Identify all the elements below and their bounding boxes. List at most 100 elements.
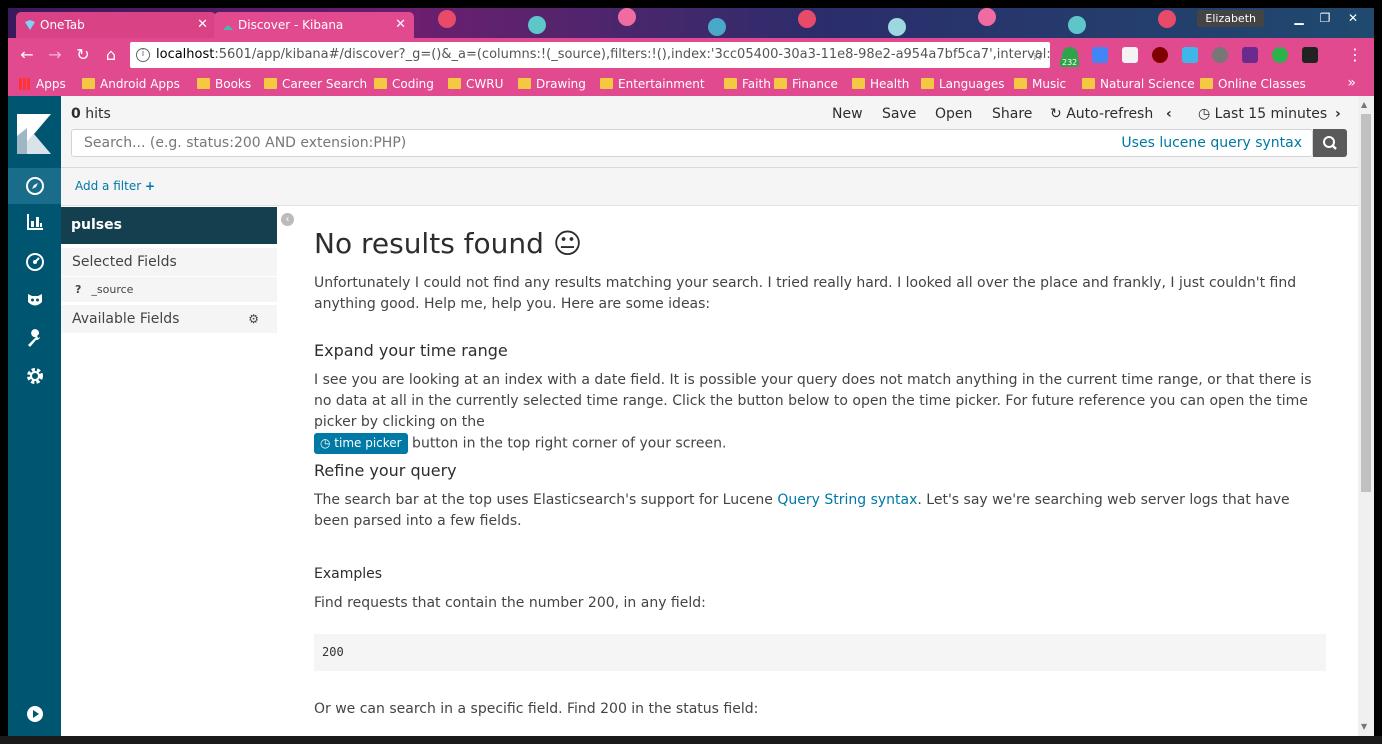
bookmark-folder[interactable]: Languages bbox=[921, 76, 1004, 92]
home-icon[interactable]: ⌂ bbox=[100, 44, 122, 66]
bookmark-folder[interactable]: Drawing bbox=[518, 76, 586, 92]
folder-icon bbox=[774, 78, 787, 89]
folder-icon bbox=[197, 78, 210, 89]
menu-icon[interactable]: ⋮ bbox=[1344, 44, 1366, 66]
onetab-ext-icon[interactable] bbox=[1182, 47, 1198, 63]
tab-onetab[interactable]: OneTab ✕ bbox=[16, 12, 216, 38]
close-icon[interactable]: ✕ bbox=[395, 12, 406, 38]
scroll-thumb[interactable] bbox=[1361, 114, 1371, 492]
gear-icon[interactable]: ⚙ bbox=[248, 305, 259, 333]
dashboard-gauge-icon bbox=[25, 253, 44, 271]
pocket-icon[interactable] bbox=[1212, 47, 1228, 63]
url-host: localhost bbox=[156, 47, 215, 62]
more-bookmarks-icon[interactable]: » bbox=[1347, 75, 1356, 91]
clock-icon: ◷ bbox=[320, 436, 335, 450]
back-icon[interactable]: ← bbox=[16, 44, 38, 66]
save-button[interactable]: Save bbox=[882, 106, 916, 122]
page-scrollbar[interactable]: ▲ ▼ bbox=[1358, 96, 1374, 736]
new-button[interactable]: New bbox=[832, 106, 863, 122]
search-input[interactable]: Search... (e.g. status:200 AND extension… bbox=[71, 129, 1313, 157]
share-button[interactable]: Share bbox=[992, 106, 1032, 122]
nav-devtools[interactable] bbox=[8, 320, 61, 356]
extension-icon[interactable] bbox=[1302, 47, 1318, 63]
bookmark-folder[interactable]: Finance bbox=[774, 76, 838, 92]
folder-icon bbox=[1014, 78, 1027, 89]
nav-management[interactable] bbox=[8, 358, 61, 394]
tab-title: OneTab bbox=[40, 18, 85, 32]
extension-icon[interactable] bbox=[1272, 47, 1288, 63]
folder-icon bbox=[448, 78, 461, 89]
browser-tab-strip: OneTab ✕ Discover - Kibana ✕ Elizabeth ▁… bbox=[8, 8, 1374, 38]
chevron-right-icon[interactable]: › bbox=[1335, 106, 1341, 122]
close-window-icon[interactable]: ✕ bbox=[1340, 8, 1366, 28]
hits-label: hits bbox=[80, 106, 111, 122]
folder-icon bbox=[1082, 78, 1095, 89]
refine-query-heading: Refine your query bbox=[314, 461, 457, 480]
forward-icon[interactable]: → bbox=[44, 44, 66, 66]
time-picker-button[interactable]: ◷ Last 15 minutes bbox=[1198, 106, 1327, 122]
bookmark-folder[interactable]: Music bbox=[1014, 76, 1066, 92]
apps-grid-icon bbox=[19, 78, 31, 90]
kibana-logo[interactable] bbox=[8, 96, 61, 168]
time-picker-inline-button[interactable]: ◷ time picker bbox=[314, 433, 408, 454]
wallpaper-flower bbox=[978, 8, 996, 26]
bookmark-star-icon[interactable]: ☆ bbox=[1031, 42, 1044, 68]
scroll-down-icon[interactable]: ▼ bbox=[1361, 722, 1367, 731]
plus-icon: + bbox=[144, 179, 156, 193]
profile-name[interactable]: Elizabeth bbox=[1197, 10, 1264, 27]
scroll-up-icon[interactable]: ▲ bbox=[1361, 100, 1367, 109]
nav-discover[interactable] bbox=[8, 168, 61, 204]
search-button[interactable] bbox=[1313, 129, 1347, 157]
folder-icon bbox=[724, 78, 737, 89]
wallpaper-flower bbox=[528, 16, 546, 34]
expand-time-heading: Expand your time range bbox=[314, 341, 508, 360]
bookmark-folder[interactable]: Android Apps bbox=[82, 76, 180, 92]
bookmark-folder[interactable]: Career Search bbox=[264, 76, 367, 92]
example-1-text: Find requests that contain the number 20… bbox=[314, 595, 706, 611]
kibana-icon bbox=[223, 20, 233, 30]
add-filter-button[interactable]: Add a filter + bbox=[75, 179, 155, 193]
nav-timelion[interactable] bbox=[8, 282, 61, 318]
translate-icon[interactable] bbox=[1092, 47, 1108, 63]
folder-icon bbox=[600, 78, 613, 89]
nav-visualize[interactable] bbox=[8, 204, 61, 240]
lucene-syntax-link[interactable]: Uses lucene query syntax bbox=[1121, 130, 1302, 156]
bookmark-folder[interactable]: Coding bbox=[374, 76, 434, 92]
bookmark-folder[interactable]: Health bbox=[852, 76, 909, 92]
extension-icon[interactable] bbox=[1242, 47, 1258, 63]
extension-badge: 232 bbox=[1060, 58, 1080, 67]
search-icon bbox=[1323, 136, 1337, 150]
reload-icon[interactable]: ↻ bbox=[72, 44, 94, 66]
bookmark-folder[interactable]: Natural Science bbox=[1082, 76, 1195, 92]
folder-icon bbox=[264, 78, 277, 89]
bookmark-folder[interactable]: Online Classes bbox=[1200, 76, 1306, 92]
nav-collapse[interactable] bbox=[8, 696, 61, 732]
index-pattern-selector[interactable]: pulses bbox=[61, 207, 277, 244]
info-icon[interactable]: i bbox=[136, 48, 150, 62]
selected-fields-header: Selected Fields bbox=[61, 248, 277, 276]
open-button[interactable]: Open bbox=[935, 106, 972, 122]
collapse-sidebar-icon[interactable]: ‹ bbox=[281, 213, 294, 226]
bookmark-folder[interactable]: Faith bbox=[724, 76, 771, 92]
maximize-icon[interactable]: ❐ bbox=[1312, 8, 1338, 28]
chevron-left-icon[interactable]: ‹ bbox=[1166, 106, 1172, 122]
example-1-code: 200 bbox=[314, 634, 1326, 671]
minimize-icon[interactable]: ▁ bbox=[1286, 8, 1312, 28]
query-string-syntax-link[interactable]: Query String syntax bbox=[777, 492, 917, 508]
ublock-icon[interactable] bbox=[1152, 47, 1168, 63]
compass-icon bbox=[25, 177, 44, 195]
address-bar[interactable]: i localhost:5601/app/kibana#/discover?_g… bbox=[130, 42, 1050, 68]
auto-refresh-button[interactable]: ↻ Auto-refresh bbox=[1050, 106, 1153, 122]
bookmark-folder[interactable]: Entertainment bbox=[600, 76, 705, 92]
bookmark-folder[interactable]: CWRU bbox=[448, 76, 503, 92]
bookmark-folder[interactable]: Books bbox=[197, 76, 251, 92]
bookmark-apps[interactable]: Apps bbox=[18, 76, 66, 92]
extension-icon[interactable] bbox=[1122, 47, 1138, 63]
close-icon[interactable]: ✕ bbox=[197, 12, 208, 38]
onetab-icon bbox=[25, 20, 35, 30]
nav-dashboard[interactable] bbox=[8, 244, 61, 280]
field-item-source[interactable]: ? _source bbox=[61, 277, 277, 302]
os-taskbar bbox=[0, 736, 1382, 744]
hits-counter: 0 hits bbox=[71, 106, 111, 122]
tab-kibana[interactable]: Discover - Kibana ✕ bbox=[214, 12, 414, 38]
